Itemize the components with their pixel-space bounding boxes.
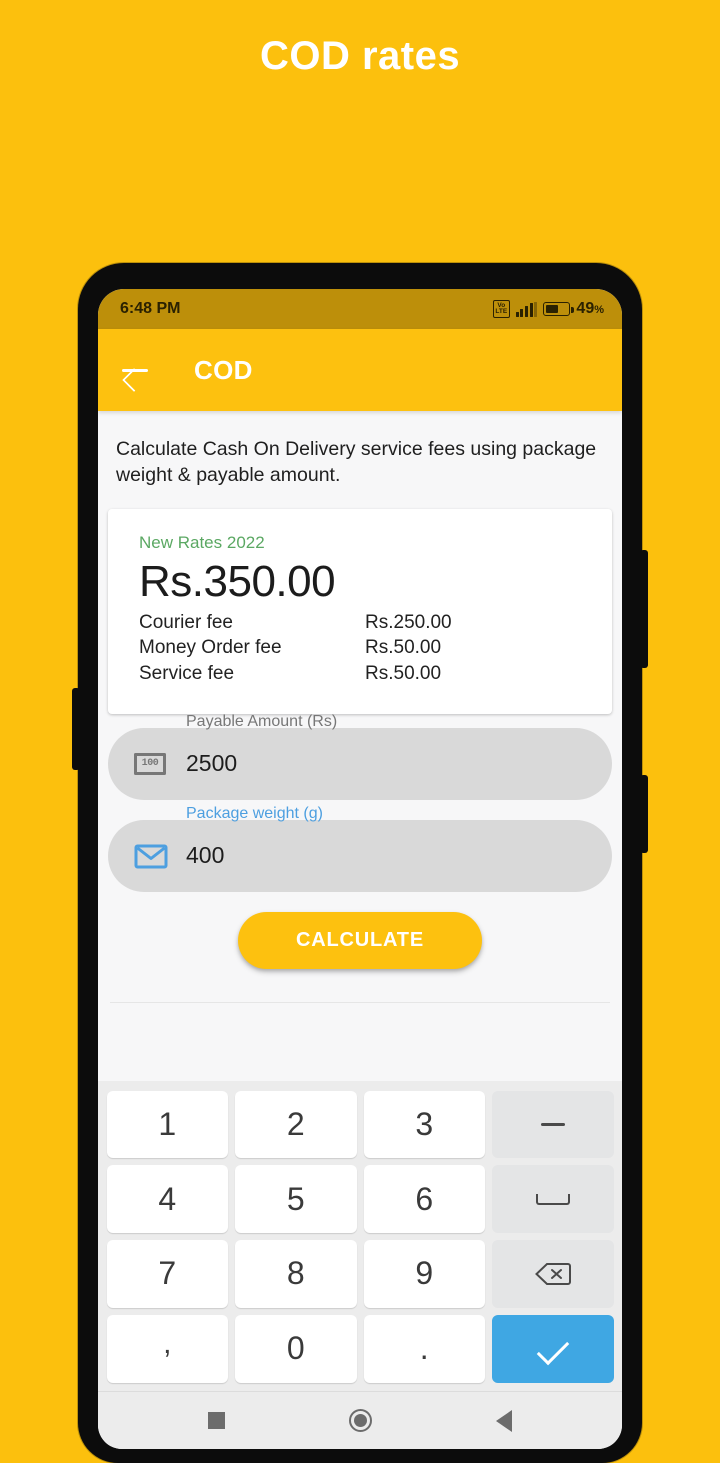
package-weight-field[interactable]: Package weight (g) 400 [108, 805, 612, 892]
minus-icon [540, 1123, 565, 1126]
key-5[interactable]: 5 [235, 1165, 357, 1233]
key-6[interactable]: 6 [363, 1165, 485, 1233]
key-space[interactable] [492, 1165, 614, 1233]
rate-value: Rs.50.00 [365, 662, 442, 684]
page-title: COD rates [259, 34, 461, 78]
key-7[interactable]: 7 [106, 1240, 228, 1308]
rate-row: Service fee Rs.50.00 [139, 663, 581, 686]
rates-card-label: New Rates 2022 [139, 532, 265, 552]
keyboard-row: 7 8 9 [103, 1237, 617, 1312]
app-bar: COD [98, 329, 622, 411]
keyboard-row: 4 5 6 [103, 1162, 617, 1237]
key-1[interactable]: 1 [106, 1090, 228, 1159]
key-period[interactable]: . [363, 1314, 485, 1383]
key-comma[interactable]: , [106, 1314, 228, 1383]
volume-button-right[interactable] [640, 775, 648, 853]
rate-value: Rs.250.00 [365, 612, 452, 634]
volte-icon: Vo LTE [492, 300, 510, 318]
backspace-icon [534, 1262, 571, 1286]
payable-amount-field[interactable]: Payable Amount (Rs) 100 2500 [108, 713, 612, 800]
key-2[interactable]: 2 [235, 1090, 357, 1159]
square-icon[interactable] [208, 1412, 225, 1429]
rate-name: Courier fee [139, 612, 233, 634]
package-weight-value[interactable]: 400 [186, 842, 224, 869]
rates-card: New Rates 2022 Rs.350.00 Courier fee Rs.… [108, 508, 612, 714]
check-icon [536, 1332, 570, 1365]
status-bar: 6:48 PM Vo LTE 49% [98, 289, 622, 329]
battery-percent-label: 49% [576, 300, 604, 317]
key-backspace[interactable] [492, 1240, 614, 1308]
package-weight-label: Package weight (g) [186, 804, 323, 822]
keyboard-row: , 0 . [103, 1311, 617, 1386]
section-divider [110, 1001, 610, 1003]
banknote-icon: 100 [134, 752, 174, 775]
phone-screen: 6:48 PM Vo LTE 49% COD Calculate Cash On… [98, 289, 622, 1449]
rate-value: Rs.50.00 [365, 637, 442, 659]
phone-frame: 6:48 PM Vo LTE 49% COD Calculate Cash On… [72, 263, 648, 1463]
key-0[interactable]: 0 [235, 1314, 357, 1383]
input-fields: Payable Amount (Rs) 100 2500 Package wei… [98, 713, 622, 892]
payable-amount-value[interactable]: 2500 [186, 750, 237, 777]
android-nav-bar [98, 1391, 622, 1449]
key-enter[interactable] [492, 1314, 614, 1383]
space-icon [535, 1193, 570, 1205]
triangle-back-icon[interactable] [496, 1409, 512, 1432]
key-3[interactable]: 3 [363, 1090, 485, 1159]
key-9[interactable]: 9 [363, 1240, 485, 1308]
arrow-left-icon[interactable] [120, 355, 150, 385]
numeric-keyboard: 1 2 3 4 5 6 7 8 9 , 0 . [98, 1081, 622, 1391]
battery-icon [543, 302, 574, 316]
status-time: 6:48 PM [120, 300, 181, 317]
description-text: Calculate Cash On Delivery service fees … [116, 438, 597, 486]
power-button[interactable] [640, 550, 648, 668]
main-content: Calculate Cash On Delivery service fees … [98, 411, 622, 1094]
calculate-button-wrap: CALCULATE [98, 911, 622, 969]
rate-row: Courier fee Rs.250.00 [139, 612, 581, 635]
volume-button-left[interactable] [72, 688, 80, 770]
rate-row: Money Order fee Rs.50.00 [139, 637, 581, 660]
payable-amount-label: Payable Amount (Rs) [186, 712, 338, 730]
status-icons: Vo LTE 49% [492, 300, 604, 318]
signal-strength-icon [515, 301, 538, 317]
keyboard-row: 1 2 3 [103, 1087, 617, 1162]
envelope-icon [134, 843, 174, 869]
key-minus[interactable] [492, 1090, 614, 1159]
rate-name: Service fee [139, 662, 235, 684]
rate-name: Money Order fee [139, 637, 282, 659]
volte-line-2: LTE [495, 308, 508, 315]
circle-icon[interactable] [349, 1409, 372, 1432]
app-bar-title: COD [194, 354, 253, 385]
calculate-button[interactable]: CALCULATE [238, 911, 482, 969]
key-4[interactable]: 4 [106, 1165, 228, 1233]
rates-total-amount: Rs.350.00 [139, 556, 336, 606]
key-8[interactable]: 8 [235, 1240, 357, 1308]
